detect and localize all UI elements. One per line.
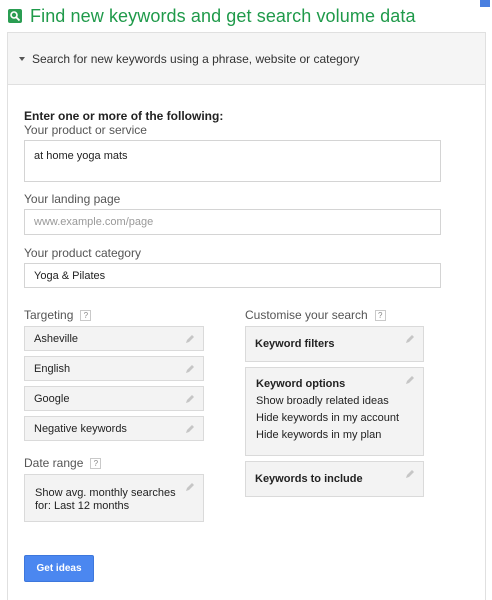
pencil-icon[interactable]	[185, 364, 195, 374]
keywords-to-include-label: Keywords to include	[255, 473, 363, 485]
panel-header[interactable]: Search for new keywords using a phrase, …	[8, 33, 485, 85]
intro-text: Enter one or more of the following:	[24, 109, 224, 123]
product-category-value: Yoga & Pilates	[34, 269, 106, 282]
keyword-option-line: Hide keywords in my plan	[256, 429, 382, 441]
date-range-help-icon[interactable]: ?	[90, 457, 102, 469]
date-range-line: for: Last 12 months	[35, 500, 130, 512]
keyword-option-line: Show broadly related ideas	[256, 395, 389, 407]
pencil-icon[interactable]	[185, 334, 195, 344]
targeting-label-text: Targeting	[24, 308, 74, 322]
targeting-item-network[interactable]: Google	[24, 386, 204, 411]
pencil-icon[interactable]	[185, 424, 195, 434]
keywords-to-include-box[interactable]: Keywords to include	[245, 461, 424, 497]
search-icon	[8, 9, 22, 23]
targeting-item-negative-keywords[interactable]: Negative keywords	[24, 416, 204, 441]
targeting-help-icon[interactable]: ?	[80, 309, 92, 321]
panel-header-label: Search for new keywords using a phrase, …	[32, 51, 360, 66]
landing-page-input[interactable]: www.example.com/page	[24, 209, 441, 235]
date-range-label: Date range ?	[24, 456, 102, 470]
product-service-value: at home yoga mats	[34, 150, 128, 162]
date-range-label-text: Date range	[24, 456, 84, 470]
landing-page-placeholder: www.example.com/page	[34, 216, 154, 228]
product-service-label: Your product or service	[24, 123, 147, 137]
page-heading: Find new keywords and get search volume …	[8, 5, 416, 27]
page-title: Find new keywords and get search volume …	[30, 5, 416, 26]
product-category-label: Your product category	[24, 246, 141, 260]
pencil-icon[interactable]	[405, 375, 415, 385]
pencil-icon[interactable]	[185, 482, 195, 492]
get-ideas-button[interactable]: Get ideas	[24, 555, 94, 582]
targeting-item-label: Asheville	[34, 332, 79, 345]
targeting-item-label: Negative keywords	[34, 422, 127, 435]
corner-marker	[480, 0, 490, 7]
product-service-input[interactable]: at home yoga mats	[24, 140, 441, 182]
keyword-filters-label: Keyword filters	[255, 338, 335, 350]
targeting-item-language[interactable]: English	[24, 356, 204, 381]
pencil-icon[interactable]	[405, 334, 415, 344]
targeting-item-label: Google	[34, 392, 70, 405]
customise-label: Customise your search ?	[245, 308, 386, 322]
keyword-options-title: Keyword options	[256, 378, 346, 390]
customise-label-text: Customise your search	[245, 308, 368, 322]
keyword-option-line: Hide keywords in my account	[256, 412, 400, 424]
targeting-label: Targeting ?	[24, 308, 92, 322]
keyword-filters-box[interactable]: Keyword filters	[245, 326, 424, 362]
customise-help-icon[interactable]: ?	[374, 309, 386, 321]
landing-page-label: Your landing page	[24, 192, 121, 206]
keyword-options-box[interactable]: Keyword options Show broadly related ide…	[245, 367, 424, 456]
product-category-input[interactable]: Yoga & Pilates	[24, 263, 441, 288]
targeting-item-location[interactable]: Asheville	[24, 326, 204, 351]
date-range-line: Show avg. monthly searches	[35, 487, 176, 499]
date-range-box[interactable]: Show avg. monthly searches for: Last 12 …	[24, 474, 204, 522]
pencil-icon[interactable]	[405, 469, 415, 479]
caret-down-icon[interactable]	[19, 56, 25, 61]
targeting-item-label: English	[34, 362, 71, 375]
pencil-icon[interactable]	[185, 394, 195, 404]
